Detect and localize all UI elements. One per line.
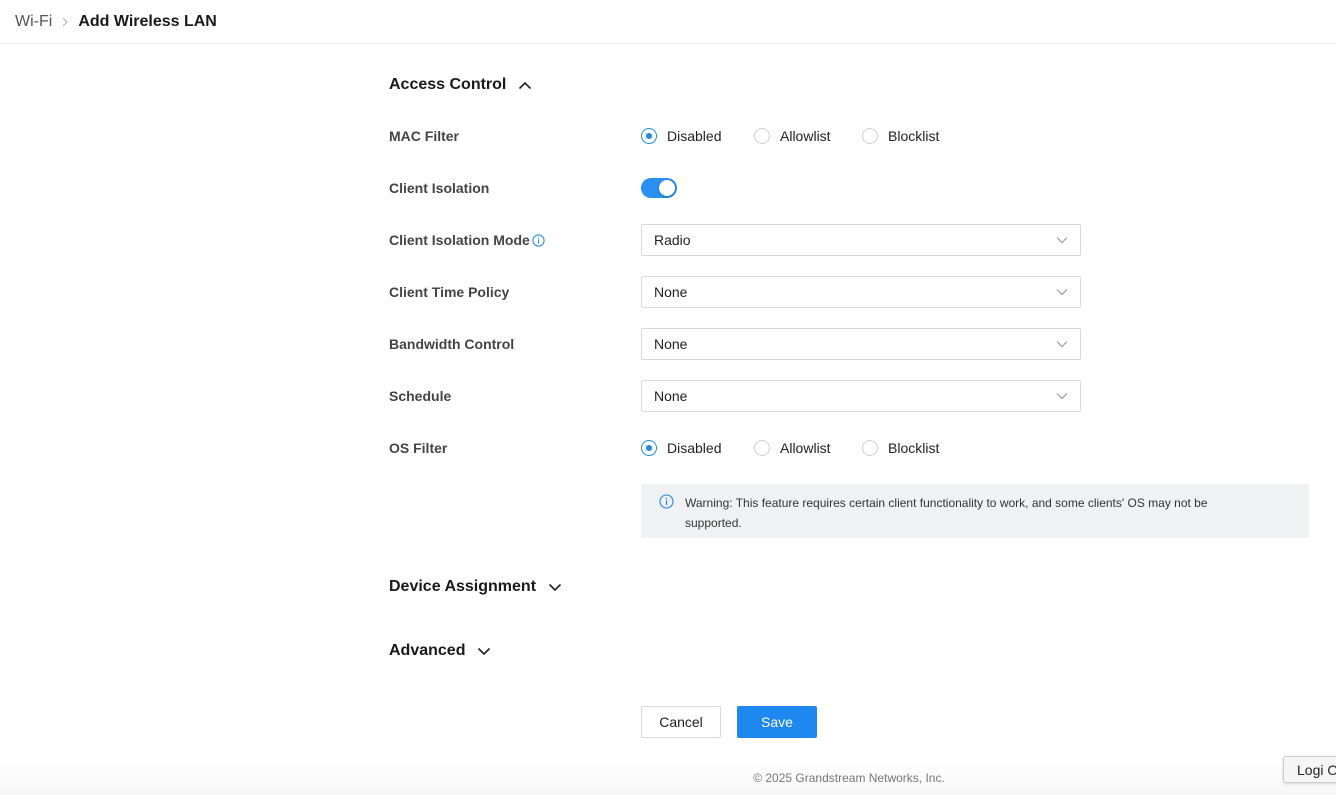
chevron-up-icon bbox=[518, 81, 532, 90]
info-icon bbox=[659, 494, 674, 509]
radio-label: Allowlist bbox=[780, 440, 831, 456]
schedule-row: Schedule None bbox=[389, 380, 1309, 412]
breadcrumb-wifi[interactable]: Wi-Fi bbox=[15, 13, 52, 31]
radio-dot bbox=[862, 128, 878, 144]
dropdown-arrow-icon bbox=[1056, 236, 1068, 244]
cancel-button[interactable]: Cancel bbox=[641, 706, 721, 738]
radio-dot bbox=[754, 440, 770, 456]
client-isolation-mode-label-text: Client Isolation Mode bbox=[389, 232, 530, 248]
mac-filter-label: MAC Filter bbox=[389, 128, 459, 144]
radio-label: Blocklist bbox=[888, 128, 940, 144]
os-filter-blocklist-radio[interactable]: Blocklist bbox=[862, 440, 939, 456]
select-value: None bbox=[654, 336, 688, 352]
warning-text: Warning: This feature requires certain c… bbox=[685, 496, 1208, 530]
section-title: Access Control bbox=[389, 76, 507, 93]
radio-dot bbox=[862, 440, 878, 456]
copyright-text: © 2025 Grandstream Networks, Inc. bbox=[753, 771, 945, 785]
save-button[interactable]: Save bbox=[737, 706, 817, 738]
mac-filter-radio-group: Disabled Allowlist Blocklist bbox=[641, 128, 939, 144]
dropdown-arrow-icon bbox=[1056, 340, 1068, 348]
schedule-select[interactable]: None bbox=[641, 380, 1081, 412]
schedule-label: Schedule bbox=[389, 388, 452, 404]
client-time-policy-label: Client Time Policy bbox=[389, 284, 510, 300]
os-filter-warning: Warning: This feature requires certain c… bbox=[641, 484, 1309, 538]
radio-label: Blocklist bbox=[888, 440, 940, 456]
info-icon[interactable] bbox=[532, 233, 545, 247]
section-title: Advanced bbox=[389, 642, 466, 659]
client-time-policy-row: Client Time Policy None bbox=[389, 276, 1309, 308]
client-isolation-mode-label: Client Isolation Mode bbox=[389, 232, 641, 248]
bandwidth-control-label: Bandwidth Control bbox=[389, 336, 515, 352]
os-filter-allowlist-radio[interactable]: Allowlist bbox=[754, 440, 862, 456]
radio-label: Disabled bbox=[667, 440, 722, 456]
os-filter-disabled-radio[interactable]: Disabled bbox=[641, 440, 754, 456]
section-title: Device Assignment bbox=[389, 578, 537, 595]
select-value: Radio bbox=[654, 232, 691, 248]
os-filter-label: OS Filter bbox=[389, 440, 448, 456]
select-value: None bbox=[654, 284, 688, 300]
mac-filter-disabled-radio[interactable]: Disabled bbox=[641, 128, 754, 144]
chevron-right-icon bbox=[52, 17, 78, 27]
os-filter-row: OS Filter Disabled Allowlist Blocklist bbox=[389, 432, 1309, 464]
bandwidth-control-select[interactable]: None bbox=[641, 328, 1081, 360]
radio-label: Allowlist bbox=[780, 128, 831, 144]
os-filter-radio-group: Disabled Allowlist Blocklist bbox=[641, 440, 939, 456]
radio-dot bbox=[641, 440, 657, 456]
bandwidth-control-row: Bandwidth Control None bbox=[389, 328, 1309, 360]
client-isolation-mode-select[interactable]: Radio bbox=[641, 224, 1081, 256]
mac-filter-allowlist-radio[interactable]: Allowlist bbox=[754, 128, 862, 144]
mac-filter-row: MAC Filter Disabled Allowlist Blocklist bbox=[389, 120, 1309, 152]
logi-options-button[interactable]: Logi O bbox=[1283, 756, 1336, 783]
client-time-policy-select[interactable]: None bbox=[641, 276, 1081, 308]
radio-dot bbox=[754, 128, 770, 144]
section-access-control[interactable]: Access Control bbox=[389, 76, 532, 94]
section-device-assignment[interactable]: Device Assignment bbox=[389, 578, 562, 596]
page-title: Add Wireless LAN bbox=[78, 12, 217, 30]
chevron-down-icon bbox=[477, 647, 491, 656]
radio-dot bbox=[641, 128, 657, 144]
header-bar: Wi-Fi Add Wireless LAN bbox=[0, 0, 1336, 44]
select-value: None bbox=[654, 388, 688, 404]
client-isolation-toggle[interactable] bbox=[641, 178, 677, 198]
client-isolation-label: Client Isolation bbox=[389, 180, 490, 196]
dropdown-arrow-icon bbox=[1056, 392, 1068, 400]
client-isolation-mode-row: Client Isolation Mode Radio bbox=[389, 224, 1309, 256]
dropdown-arrow-icon bbox=[1056, 288, 1068, 296]
section-advanced[interactable]: Advanced bbox=[389, 642, 491, 660]
radio-label: Disabled bbox=[667, 128, 722, 144]
client-isolation-row: Client Isolation bbox=[389, 172, 1309, 204]
chevron-down-icon bbox=[548, 583, 562, 592]
toggle-knob bbox=[659, 180, 675, 196]
mac-filter-blocklist-radio[interactable]: Blocklist bbox=[862, 128, 939, 144]
